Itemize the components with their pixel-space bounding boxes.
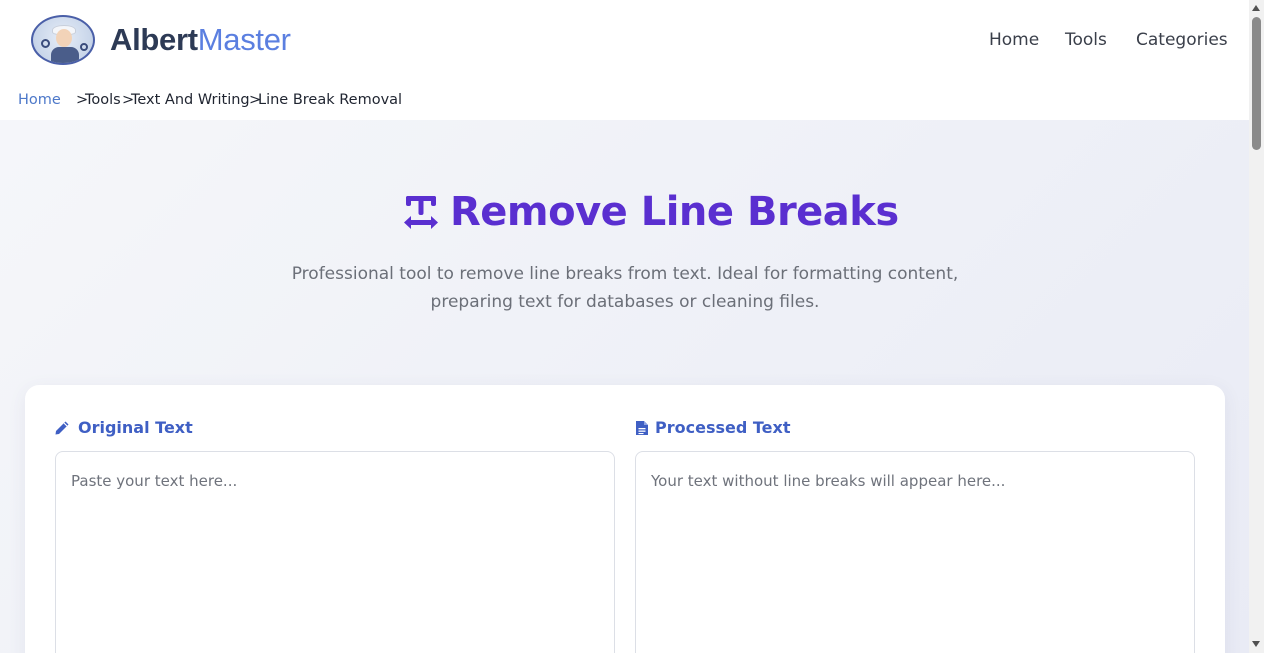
file-text-icon bbox=[636, 421, 648, 435]
logo-face bbox=[56, 29, 72, 47]
processed-text-output[interactable] bbox=[635, 451, 1195, 653]
page: AlbertMaster Home Tools Categories Home … bbox=[0, 0, 1249, 653]
pencil-icon bbox=[55, 421, 69, 435]
scroll-up-arrow-icon[interactable] bbox=[1252, 5, 1260, 11]
nav-home[interactable]: Home bbox=[989, 30, 1039, 50]
logo-body bbox=[51, 47, 79, 63]
scroll-down-arrow-icon[interactable] bbox=[1252, 641, 1260, 647]
nav-categories[interactable]: Categories bbox=[1136, 30, 1228, 50]
nav-tools[interactable]: Tools bbox=[1065, 30, 1107, 50]
breadcrumb-current: Line Break Removal bbox=[258, 92, 403, 108]
text-height-icon bbox=[404, 196, 438, 229]
scrollbar-thumb[interactable] bbox=[1252, 17, 1261, 150]
brand-name[interactable]: AlbertMaster bbox=[110, 22, 291, 58]
breadcrumb-tools[interactable]: Tools bbox=[85, 92, 121, 108]
original-text-input[interactable] bbox=[55, 451, 615, 653]
breadcrumb-text-and-writing[interactable]: Text And Writing bbox=[131, 92, 250, 108]
breadcrumb-home[interactable]: Home bbox=[18, 92, 61, 108]
brand-part-1: Albert bbox=[110, 22, 198, 57]
page-description: Professional tool to remove line breaks … bbox=[291, 264, 959, 312]
processed-text-label: Processed Text bbox=[655, 418, 791, 437]
site-logo[interactable] bbox=[31, 15, 95, 65]
site-header: AlbertMaster Home Tools Categories bbox=[0, 0, 1249, 80]
page-scrollbar[interactable] bbox=[1249, 0, 1264, 653]
brand-part-2: Master bbox=[197, 22, 291, 57]
gear-icon bbox=[41, 39, 50, 48]
breadcrumb: Home > Tools > Text And Writing > Line B… bbox=[0, 80, 1249, 120]
page-title: Remove Line Breaks bbox=[450, 189, 899, 235]
gear-icon bbox=[80, 43, 88, 51]
original-text-label: Original Text bbox=[78, 418, 193, 437]
